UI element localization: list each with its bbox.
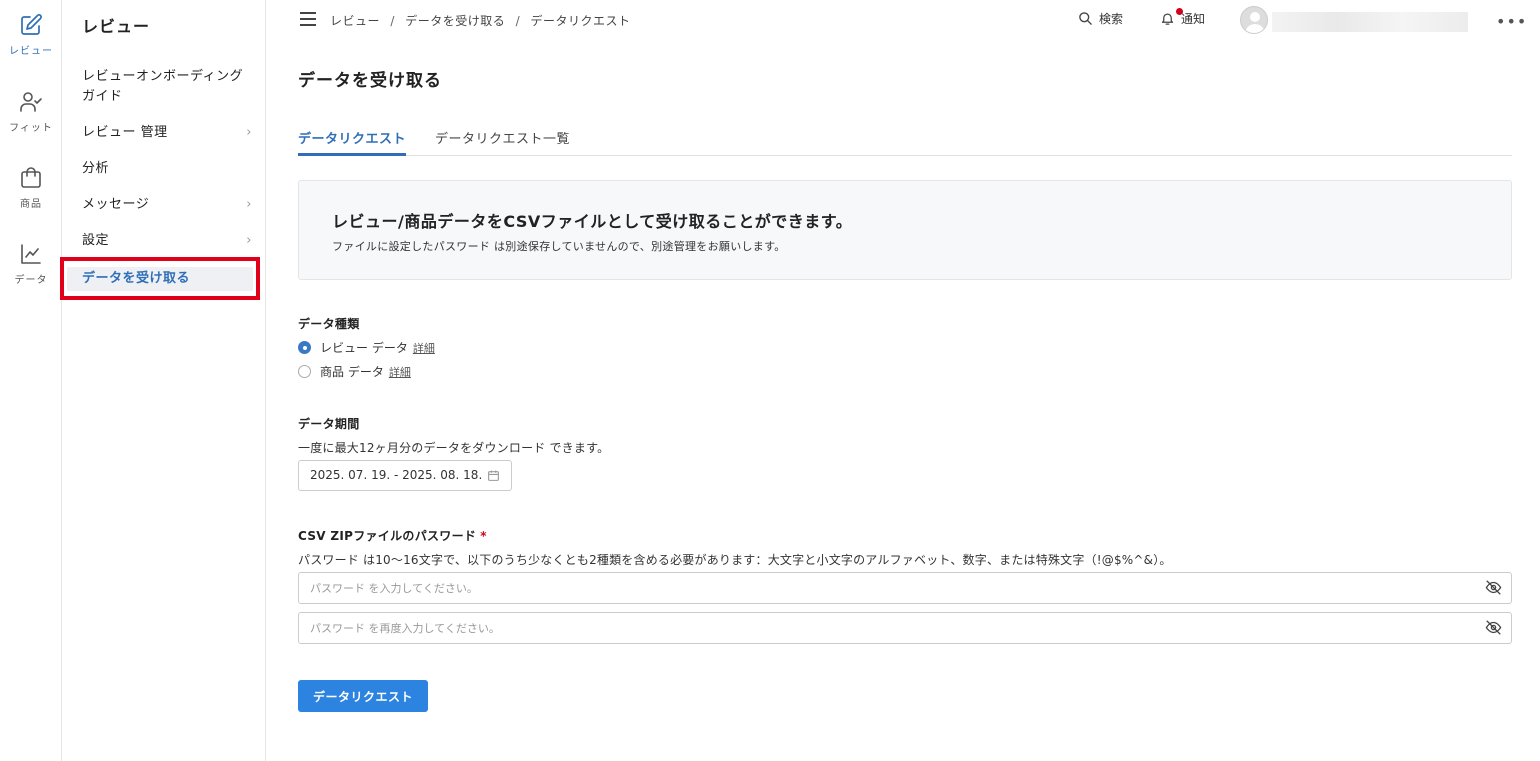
search-label: 検索 — [1099, 12, 1124, 26]
radio-label: 商品 データ — [320, 365, 384, 379]
data-type-label: データ種類 — [298, 317, 360, 331]
breadcrumb-item[interactable]: データを受け取る — [405, 14, 505, 28]
shopping-bag-icon — [21, 167, 41, 188]
required-mark: * — [480, 529, 487, 543]
password-label-text: CSV ZIPファイルのパスワード — [298, 529, 477, 543]
chevron-right-icon: › — [246, 197, 252, 212]
search-button[interactable]: 検索 — [1078, 10, 1123, 27]
period-description: 一度に最大12ヶ月分のデータをダウンロード できます。 — [298, 441, 610, 455]
sidebar-item-label: レビュー 管理 — [82, 125, 168, 140]
data-request-button[interactable]: データリクエスト — [298, 680, 428, 712]
rail-label: フィット — [9, 123, 53, 134]
detail-link[interactable]: 詳細 — [413, 340, 435, 356]
tab-data-request[interactable]: データリクエスト — [298, 128, 407, 156]
rail-label: 商品 — [20, 199, 42, 210]
bell-icon — [1161, 13, 1174, 25]
info-box: レビュー/商品データをCSVファイルとして受け取ることができます。 ファイルに設… — [298, 180, 1512, 280]
sidebar-item-messages[interactable]: メッセージ › — [82, 195, 252, 215]
password-input[interactable] — [298, 572, 1512, 604]
tab-bar: データリクエスト データリクエスト一覧 — [298, 125, 1512, 156]
breadcrumb-separator: / — [515, 14, 521, 28]
detail-link[interactable]: 詳細 — [389, 364, 411, 380]
top-bar: レビュー / データを受け取る / データリクエスト 検索 通知 ••• — [266, 0, 1540, 40]
rail-item-fit[interactable]: フィット — [0, 90, 62, 134]
breadcrumb-item: データリクエスト — [530, 14, 631, 28]
radio-button[interactable] — [298, 341, 311, 354]
page-title: データを受け取る — [298, 71, 442, 91]
tab-data-request-list[interactable]: データリクエスト一覧 — [435, 128, 570, 156]
info-heading: レビュー/商品データをCSVファイルとして受け取ることができます。 — [332, 212, 853, 231]
line-chart-icon — [21, 244, 41, 264]
chevron-right-icon: › — [246, 125, 252, 140]
chevron-right-icon: › — [246, 233, 252, 248]
password-description: パスワード は10～16文字で、以下のうち少なくとも2種類を含める必要があります… — [298, 553, 1172, 567]
radio-label: レビュー データ — [320, 341, 408, 355]
user-check-icon — [20, 92, 42, 112]
password-label: CSV ZIPファイルのパスワード * — [298, 527, 487, 544]
sidebar-item-label: 分析 — [82, 161, 110, 176]
more-options-icon[interactable]: ••• — [1496, 12, 1527, 31]
password-confirm-wrapper — [298, 612, 1512, 644]
search-icon — [1079, 12, 1092, 25]
eye-off-icon[interactable] — [1485, 579, 1502, 596]
rail-item-data[interactable]: データ — [0, 242, 62, 286]
sidebar-item-label: 設定 — [82, 233, 110, 248]
period-label: データ期間 — [298, 417, 360, 431]
eye-off-icon[interactable] — [1485, 619, 1502, 636]
date-range-value: 2025. 07. 19. - 2025. 08. 18. — [310, 468, 483, 482]
sub-sidebar: レビュー レビューオンボーディング ガイド レビュー 管理 › 分析 メッセージ… — [60, 0, 266, 761]
calendar-icon — [488, 470, 499, 481]
sidebar-item-analytics[interactable]: 分析 — [82, 159, 252, 179]
sidebar-item-review-management[interactable]: レビュー 管理 › — [82, 123, 252, 143]
avatar[interactable] — [1240, 6, 1268, 34]
sidebar-item-label: メッセージ — [82, 197, 150, 212]
info-subtext: ファイルに設定したパスワード は別途保存していませんので、別途管理をお願いします… — [332, 240, 786, 253]
rail-item-products[interactable]: 商品 — [0, 166, 62, 210]
rail-label: データ — [14, 275, 48, 286]
rail-label: レビュー — [9, 46, 53, 57]
icon-rail: レビュー フィット 商品 データ — [0, 0, 62, 761]
sidebar-item-label: ガイド — [82, 89, 123, 104]
notification-dot — [1176, 8, 1183, 15]
sidebar-title: レビュー — [82, 17, 151, 36]
radio-button[interactable] — [298, 365, 311, 378]
highlight-annotation: データを受け取る — [60, 257, 260, 300]
breadcrumb-separator: / — [390, 14, 395, 28]
rail-item-review[interactable]: レビュー — [0, 13, 62, 57]
edit-icon — [21, 14, 42, 35]
sidebar-item-settings[interactable]: 設定 › — [82, 231, 252, 251]
breadcrumb: レビュー / データを受け取る / データリクエスト — [330, 12, 630, 29]
user-name-redacted[interactable] — [1272, 12, 1468, 32]
sidebar-item-label: レビューオンボーディング — [82, 69, 244, 84]
sidebar-item-onboarding-guide[interactable]: レビューオンボーディング ガイド — [82, 67, 252, 107]
notification-button[interactable]: 通知 — [1160, 8, 1206, 27]
menu-icon[interactable] — [300, 12, 316, 26]
sidebar-item-receive-data[interactable]: データを受け取る — [67, 267, 253, 291]
password-field-wrapper — [298, 572, 1512, 604]
radio-review-data[interactable]: レビュー データ 詳細 — [298, 339, 435, 356]
password-confirm-input[interactable] — [298, 612, 1512, 644]
date-range-picker[interactable]: 2025. 07. 19. - 2025. 08. 18. — [298, 460, 512, 491]
radio-product-data[interactable]: 商品 データ 詳細 — [298, 363, 411, 380]
breadcrumb-item[interactable]: レビュー — [330, 14, 380, 28]
notification-label: 通知 — [1181, 12, 1206, 26]
